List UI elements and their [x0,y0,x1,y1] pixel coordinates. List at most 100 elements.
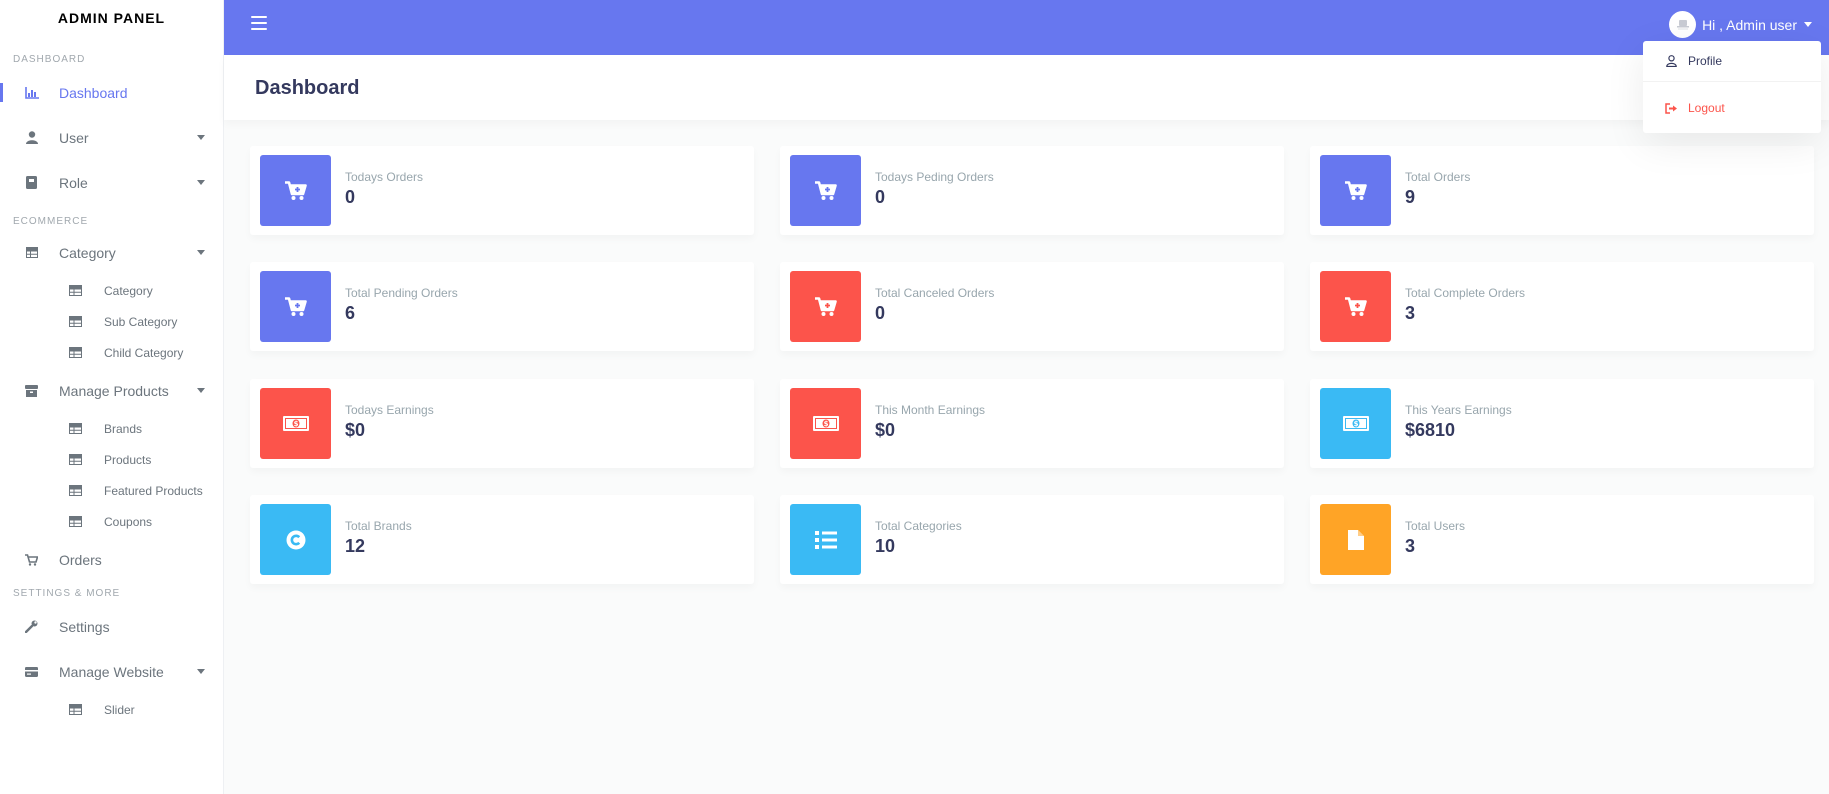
sidebar: ADMIN PANEL DASHBOARD Dashboard User Rol… [0,0,224,794]
profile-link[interactable]: Profile [1643,41,1821,81]
user-outline-icon [1665,55,1678,68]
user-greeting: Hi , Admin user [1702,16,1797,33]
sidebar-subitem-products[interactable]: Products [0,444,223,475]
sidebar-subitem-label: Slider [104,702,135,717]
sidebar-item-user[interactable]: User [0,115,223,160]
sidebar-item-role[interactable]: Role [0,160,223,205]
sidebar-subitem-label: Sub Category [104,314,178,329]
stat-card: Total Categories 10 [780,495,1284,584]
stat-icon-box [1320,271,1391,342]
cart-plus-icon [1344,180,1367,201]
sidebar-subitem-slider[interactable]: Slider [0,694,223,725]
stat-value: 12 [345,536,366,556]
wrench-icon [24,619,39,634]
credit-card-icon [24,664,39,679]
stat-label: Total Canceled Orders [875,286,995,300]
stat-value: 3 [1405,303,1416,323]
sidebar-item-label: Manage Products [59,382,169,399]
stat-icon-box [790,271,861,342]
table-icon [68,516,82,528]
cart-plus-icon [1344,296,1367,317]
sidebar-item-dashboard[interactable]: Dashboard [0,70,223,115]
stat-icon-box [1320,504,1391,575]
table-icon [24,245,39,260]
table-icon [68,285,82,297]
sidebar-item-orders[interactable]: Orders [0,537,223,582]
stat-label: Todays Orders [345,170,424,184]
logout-link[interactable]: Logout [1643,88,1821,128]
logout-label: Logout [1688,101,1725,115]
sidebar-item-manage-website[interactable]: Manage Website [0,649,223,694]
stat-card: Todays Orders 0 [250,146,754,235]
stat-icon-box [1320,155,1391,226]
svg-text:$: $ [823,420,828,428]
sidebar-item-settings[interactable]: Settings [0,604,223,649]
stat-card: Total Brands 12 [250,495,754,584]
chevron-down-icon [197,250,205,255]
stat-icon-box [260,504,331,575]
stat-card: Total Pending Orders 6 [250,262,754,351]
sidebar-subitem-featured-products[interactable]: Featured Products [0,475,223,506]
stat-label: Todays Earnings [345,403,434,417]
sidebar-subitem-label: Products [104,452,152,467]
topbar: Hi , Admin user [224,0,1829,55]
stat-label: Total Pending Orders [345,286,458,300]
money-bill-icon: $ [1342,416,1369,431]
stat-label: Todays Peding Orders [875,170,994,184]
chart-area-icon [24,85,39,100]
sidebar-item-label: Settings [59,618,110,635]
stat-icon-box: $ [260,388,331,459]
stat-value: 0 [875,303,886,323]
brand-title[interactable]: ADMIN PANEL [0,0,223,36]
chevron-down-icon [197,180,205,185]
sign-out-icon [1665,102,1678,115]
sidebar-subitem-sub-category[interactable]: Sub Category [0,306,223,337]
stat-value: $0 [875,420,896,440]
stat-value: $6810 [1405,420,1456,440]
sidebar-subitem-coupons[interactable]: Coupons [0,506,223,537]
sidebar-subitem-label: Featured Products [104,483,203,498]
stat-value: 6 [345,303,356,323]
section-header: Dashboard [224,55,1829,120]
sidebar-item-label: Category [59,244,116,261]
sidebar-subitem-category[interactable]: Category [0,275,223,306]
user-icon [24,130,39,145]
stat-card: Total Orders 9 [1310,146,1814,235]
chevron-down-icon [1804,22,1812,27]
stat-label: Total Complete Orders [1405,286,1526,300]
sidebar-item-label: Role [59,174,88,191]
sidebar-subitem-label: Category [104,283,153,298]
sidebar-item-manage-products[interactable]: Manage Products [0,368,223,413]
stat-icon-box: $ [790,388,861,459]
table-icon [68,347,82,359]
stat-value: 9 [1405,187,1416,207]
sidebar-item-label: Orders [59,551,102,568]
sidebar-subitem-child-category[interactable]: Child Category [0,337,223,368]
sidebar-subitem-brands[interactable]: Brands [0,413,223,444]
stat-icon-box [260,155,331,226]
sidebar-subitem-label: Brands [104,421,143,436]
table-icon [68,423,82,435]
sidebar-subitem-label: Child Category [104,345,184,360]
menu-toggle-icon[interactable] [251,16,267,30]
stat-label: This Years Earnings [1405,403,1512,417]
money-bill-icon: $ [282,416,309,431]
dropdown-divider [1643,81,1821,82]
stat-card: $ This Years Earnings $6810 [1310,379,1814,468]
user-menu-toggle[interactable]: Hi , Admin user [1669,11,1812,38]
table-icon [68,454,82,466]
menu-header-dashboard: DASHBOARD [13,54,86,65]
page-title: Dashboard [255,77,360,99]
sidebar-item-category[interactable]: Category [0,230,223,275]
cart-icon [24,552,39,567]
sidebar-item-label: User [59,129,89,146]
stat-card: Total Canceled Orders 0 [780,262,1284,351]
sidebar-item-label: Manage Website [59,663,164,680]
stat-card: $ Todays Earnings $0 [250,379,754,468]
stat-value: 0 [345,187,356,207]
chevron-down-icon [197,669,205,674]
profile-label: Profile [1688,54,1723,68]
svg-text:$: $ [1353,420,1358,428]
box-icon [24,383,39,398]
stat-icon-box [790,155,861,226]
